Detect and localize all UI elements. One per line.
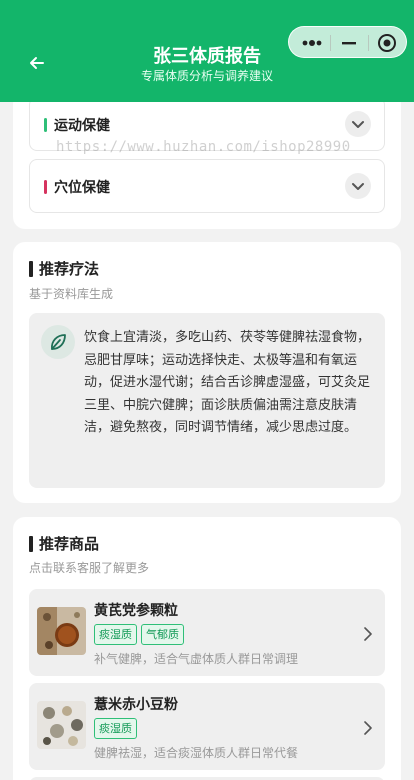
therapy-title: 推荐疗法	[39, 260, 100, 278]
product-image	[37, 701, 86, 749]
section-label: 穴位保健	[54, 180, 110, 196]
therapy-box: 饮食上宜清淡，多吃山药、茯苓等健脾祛湿食物，忌肥甘厚味；运动选择快走、太极等温和…	[29, 313, 385, 488]
capsule-divider	[368, 35, 369, 51]
page-subtitle: 专属体质分析与调养建议	[140, 69, 273, 83]
product-name: 薏米赤小豆粉	[94, 697, 178, 713]
mini-program-capsule	[288, 26, 407, 58]
product-name: 黄芪党参颗粒	[94, 603, 178, 619]
product-item[interactable]: 黄芪党参颗粒 痰湿质 气郁质 补气健脾，适合气虚体质人群日常调理	[29, 589, 385, 676]
product-item[interactable]: 薏米赤小豆粉 痰湿质 健脾祛湿，适合痰湿体质人群日常代餐	[29, 683, 385, 770]
therapy-subtitle: 基于资料库生成	[29, 287, 114, 301]
products-subtitle: 点击联系客服了解更多	[29, 561, 150, 575]
chevron-right-icon	[363, 720, 373, 735]
minimize-icon[interactable]	[337, 31, 361, 55]
section-label: 运动保健	[54, 118, 110, 134]
therapy-text: 饮食上宜清淡，多吃山药、茯苓等健脾祛湿食物，忌肥甘厚味；运动选择快走、太极等温和…	[84, 330, 371, 435]
product-description: 健脾祛湿，适合痰湿体质人群日常代餐	[94, 746, 299, 760]
products-title: 推荐商品	[39, 535, 100, 553]
close-target-icon[interactable]	[375, 31, 399, 55]
constitution-tag: 气郁质	[141, 624, 184, 645]
constitution-tag: 痰湿质	[94, 718, 137, 739]
chevron-down-icon[interactable]	[345, 111, 371, 137]
product-description: 补气健脾，适合气虚体质人群日常调理	[94, 652, 299, 666]
header-bar: 张三体质报告 专属体质分析与调养建议	[0, 0, 414, 102]
product-tags: 痰湿质 气郁质	[94, 624, 184, 645]
section-title-marker	[29, 261, 33, 277]
chevron-down-icon[interactable]	[345, 173, 371, 199]
section-marker	[44, 118, 47, 132]
more-icon[interactable]	[297, 31, 327, 55]
section-acupoint[interactable]: 穴位保健	[29, 159, 385, 213]
leaf-icon	[41, 325, 75, 359]
product-tags: 痰湿质	[94, 718, 137, 739]
watermark: https://www.huzhan.com/ishop28990	[56, 139, 351, 155]
product-image	[37, 607, 86, 655]
section-title-marker	[29, 536, 33, 552]
chevron-right-icon	[363, 626, 373, 641]
constitution-tag: 痰湿质	[94, 624, 137, 645]
section-marker	[44, 180, 47, 194]
capsule-divider	[330, 35, 331, 51]
